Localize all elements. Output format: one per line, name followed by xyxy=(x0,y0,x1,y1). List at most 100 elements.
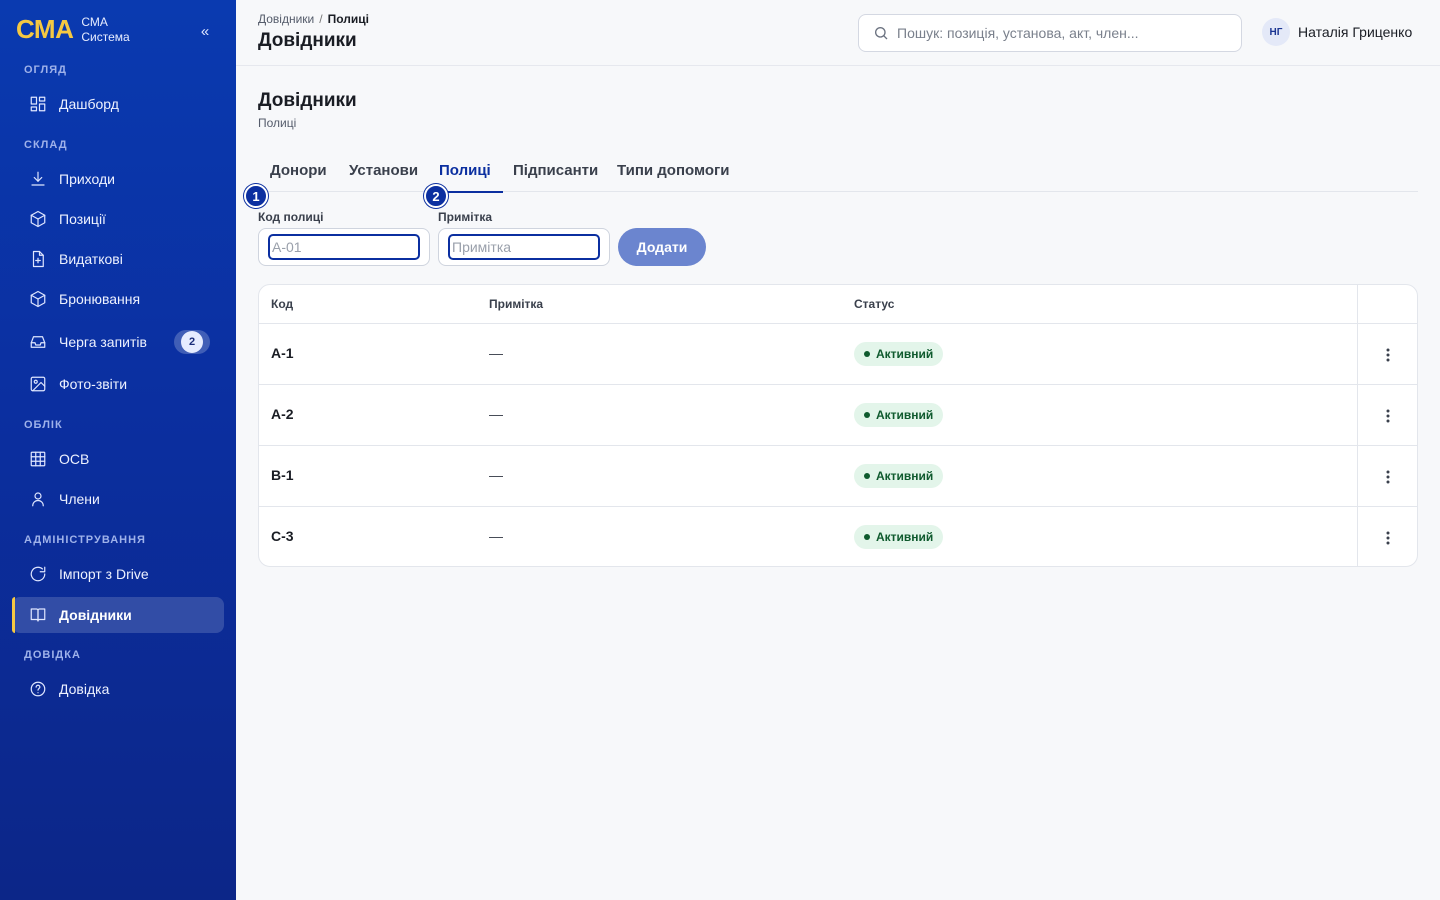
status-dot xyxy=(864,534,870,540)
sidebar-item-label: Імпорт з Drive xyxy=(59,566,149,582)
image-icon xyxy=(28,374,48,394)
inbox-icon xyxy=(28,332,48,352)
book-icon xyxy=(28,605,48,625)
sidebar: СМА СМА Система « ОГЛЯД Дашборд СКЛАД Пр… xyxy=(0,0,236,900)
shelves-table: Код Примітка Статус А-1 — Активний А-2 —… xyxy=(258,284,1418,567)
avatar: НГ xyxy=(1262,18,1290,46)
grid-icon xyxy=(28,449,48,469)
sidebar-item-positions[interactable]: Позиції xyxy=(12,201,224,237)
user-menu[interactable]: НГ Наталія Гриценко xyxy=(1262,18,1412,46)
table-header: Код Примітка Статус xyxy=(259,285,1417,324)
sidebar-item-dashboard[interactable]: Дашборд xyxy=(12,86,224,122)
count-badge-value: 2 xyxy=(181,331,203,353)
breadcrumb: Довідники / Полиці xyxy=(258,12,369,26)
cell-note: — xyxy=(489,528,503,544)
add-button[interactable]: Додати xyxy=(618,228,706,266)
file-icon xyxy=(28,249,48,269)
cell-note: — xyxy=(489,406,503,422)
annotation-marker: 2 xyxy=(424,184,448,208)
brand-line2: Система xyxy=(81,29,130,44)
tab-aid-types[interactable]: Типи допомоги xyxy=(605,150,742,191)
breadcrumb-current: Полиці xyxy=(327,12,369,26)
note-input[interactable] xyxy=(448,234,600,260)
tab-donors[interactable]: Донори xyxy=(258,150,339,191)
sidebar-item-reservations[interactable]: Бронювання xyxy=(12,281,224,317)
note-field xyxy=(438,228,610,266)
sidebar-item-photo-reports[interactable]: Фото-звіти xyxy=(12,366,224,402)
brand[interactable]: СМА СМА Система xyxy=(16,14,130,45)
search-input[interactable] xyxy=(897,25,1227,41)
sidebar-item-import-drive[interactable]: Імпорт з Drive xyxy=(12,556,224,592)
shelf-code-input[interactable] xyxy=(268,234,420,260)
nav-section-overview: ОГЛЯД xyxy=(24,64,67,76)
row-menu-button[interactable] xyxy=(1357,507,1417,566)
refresh-icon xyxy=(28,564,48,584)
row-menu-button[interactable] xyxy=(1357,324,1417,385)
more-vertical-icon xyxy=(1386,531,1389,544)
cell-note: — xyxy=(489,467,503,483)
sidebar-item-label: ОСВ xyxy=(59,451,90,467)
column-header-note: Примітка xyxy=(489,297,544,311)
status-text: Активний xyxy=(876,408,934,422)
brand-line1: СМА xyxy=(81,14,108,29)
status-dot xyxy=(864,412,870,418)
status-text: Активний xyxy=(876,347,934,361)
sidebar-item-label: Дашборд xyxy=(59,96,119,112)
cell-code: А-1 xyxy=(271,345,294,361)
status-badge: Активний xyxy=(854,464,944,488)
top-bar: Довідники / Полиці Довідники НГ Наталія Гр… xyxy=(236,0,1440,66)
column-header-code: Код xyxy=(271,297,294,311)
status-badge: Активний xyxy=(854,525,944,549)
tab-institutions[interactable]: Установи xyxy=(337,150,430,191)
sidebar-item-members[interactable]: Члени xyxy=(12,481,224,517)
more-vertical-icon xyxy=(1386,348,1389,361)
sidebar-item-directories[interactable]: Довідники xyxy=(12,597,224,633)
sidebar-item-label: Позиції xyxy=(59,211,106,227)
sidebar-item-osv[interactable]: ОСВ xyxy=(12,441,224,477)
page-subtitle: Полиці xyxy=(258,116,297,130)
download-icon xyxy=(28,169,48,189)
row-menu-button[interactable] xyxy=(1357,446,1417,507)
dashboard-icon xyxy=(28,94,48,114)
sidebar-item-expenses[interactable]: Видаткові xyxy=(12,241,224,277)
tab-signatories[interactable]: Підписанти xyxy=(501,150,610,191)
row-menu-button[interactable] xyxy=(1357,385,1417,446)
sidebar-item-receipts[interactable]: Приходи xyxy=(12,161,224,197)
table-row: А-2 — Активний xyxy=(259,385,1417,446)
sidebar-item-label: Бронювання xyxy=(59,291,141,307)
breadcrumb-link[interactable]: Довідники xyxy=(258,12,314,26)
collapse-sidebar-button[interactable]: « xyxy=(196,22,214,42)
brand-text: СМА Система xyxy=(81,15,129,45)
user-icon xyxy=(28,489,48,509)
sidebar-item-help[interactable]: Довідка xyxy=(12,671,224,707)
cell-note: — xyxy=(489,345,503,361)
nav-section-help: ДОВІДКА xyxy=(24,649,81,661)
search-box[interactable] xyxy=(858,14,1242,52)
sidebar-item-request-queue[interactable]: Черга запитів 2 xyxy=(12,324,224,360)
box-icon xyxy=(28,289,48,309)
sidebar-item-label: Приходи xyxy=(59,171,115,187)
nav-section-accounting: ОБЛІК xyxy=(24,419,63,431)
count-badge: 2 xyxy=(174,330,210,354)
page-title: Довідники xyxy=(258,90,357,111)
nav-section-administration: АДМІНІСТРУВАННЯ xyxy=(24,534,146,546)
sidebar-item-label: Видаткові xyxy=(59,251,123,267)
help-icon xyxy=(28,679,48,699)
status-dot xyxy=(864,351,870,357)
status-text: Активний xyxy=(876,530,934,544)
user-name: Наталія Гриценко xyxy=(1298,24,1413,40)
note-label: Примітка xyxy=(438,210,493,224)
shelf-code-label: Код полиці xyxy=(258,210,324,224)
status-badge: Активний xyxy=(854,403,944,427)
more-vertical-icon xyxy=(1386,470,1389,483)
table-row: В-1 — Активний xyxy=(259,446,1417,507)
breadcrumb-separator: / xyxy=(319,12,323,26)
status-badge: Активний xyxy=(854,342,944,366)
more-vertical-icon xyxy=(1386,409,1389,422)
table-row: А-1 — Активний xyxy=(259,324,1417,385)
sidebar-item-label: Довідка xyxy=(59,681,110,697)
status-dot xyxy=(864,473,870,479)
sidebar-item-label: Фото-звіти xyxy=(59,376,128,392)
table-row: С-3 — Активний xyxy=(259,507,1417,566)
sidebar-item-label: Члени xyxy=(59,491,100,507)
